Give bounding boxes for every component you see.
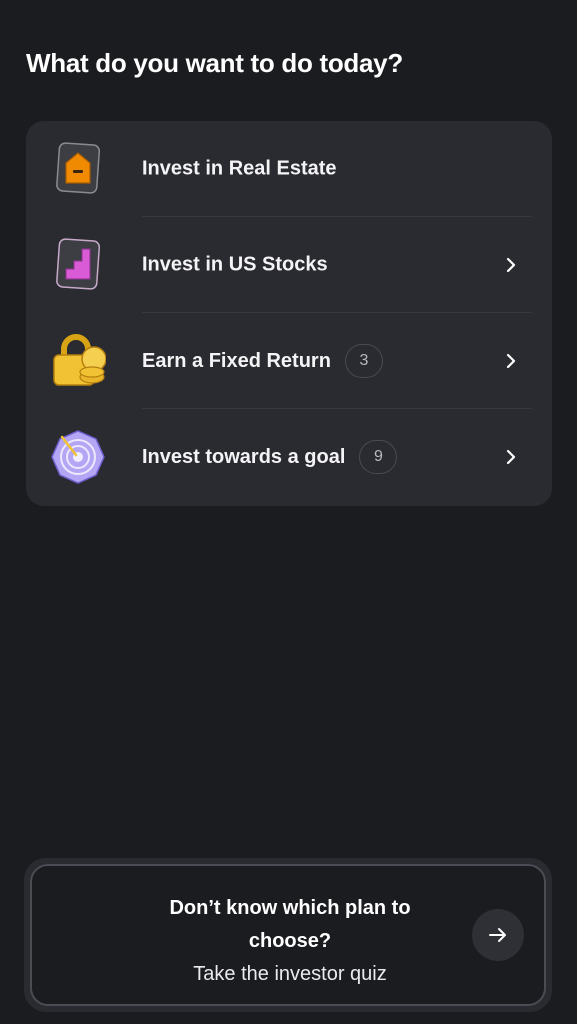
arrow-right-icon — [489, 928, 506, 942]
page-title: What do you want to do today? — [26, 48, 403, 78]
quiz-arrow-button[interactable] — [472, 909, 524, 961]
house-icon — [50, 141, 106, 197]
option-label: Invest in US Stocks — [142, 253, 328, 276]
option-label: Invest in Real Estate — [142, 157, 337, 180]
option-label: Earn a Fixed Return 3 — [142, 344, 383, 378]
option-label: Invest towards a goal 9 — [142, 440, 398, 474]
quiz-subheading: Take the investor quiz — [193, 963, 387, 985]
option-fixed-return[interactable]: Earn a Fixed Return 3 — [26, 313, 552, 409]
screen: What do you want to do today? Invest in … — [0, 0, 577, 1024]
chevron-right-icon — [506, 257, 516, 273]
count-badge: 9 — [359, 440, 398, 474]
option-real-estate[interactable]: Invest in Real Estate — [26, 121, 552, 217]
chevron-right-icon — [506, 353, 516, 369]
investor-quiz-card[interactable]: Don’t know which plan to choose? Take th… — [24, 858, 552, 1012]
options-card: Invest in Real Estate Invest in US Stock… — [26, 121, 552, 506]
count-badge: 3 — [344, 344, 383, 378]
quiz-text: Don’t know which plan to choose? Take th… — [152, 892, 428, 991]
option-goal[interactable]: Invest towards a goal 9 — [26, 409, 552, 505]
investor-quiz-inner: Don’t know which plan to choose? Take th… — [30, 864, 546, 1006]
padlock-coins-icon — [50, 333, 107, 389]
stocks-chart-icon — [50, 237, 106, 293]
target-icon — [50, 429, 106, 485]
quiz-heading: Don’t know which plan to choose? — [169, 897, 411, 952]
chevron-right-icon — [506, 449, 516, 465]
option-us-stocks[interactable]: Invest in US Stocks — [26, 217, 552, 313]
